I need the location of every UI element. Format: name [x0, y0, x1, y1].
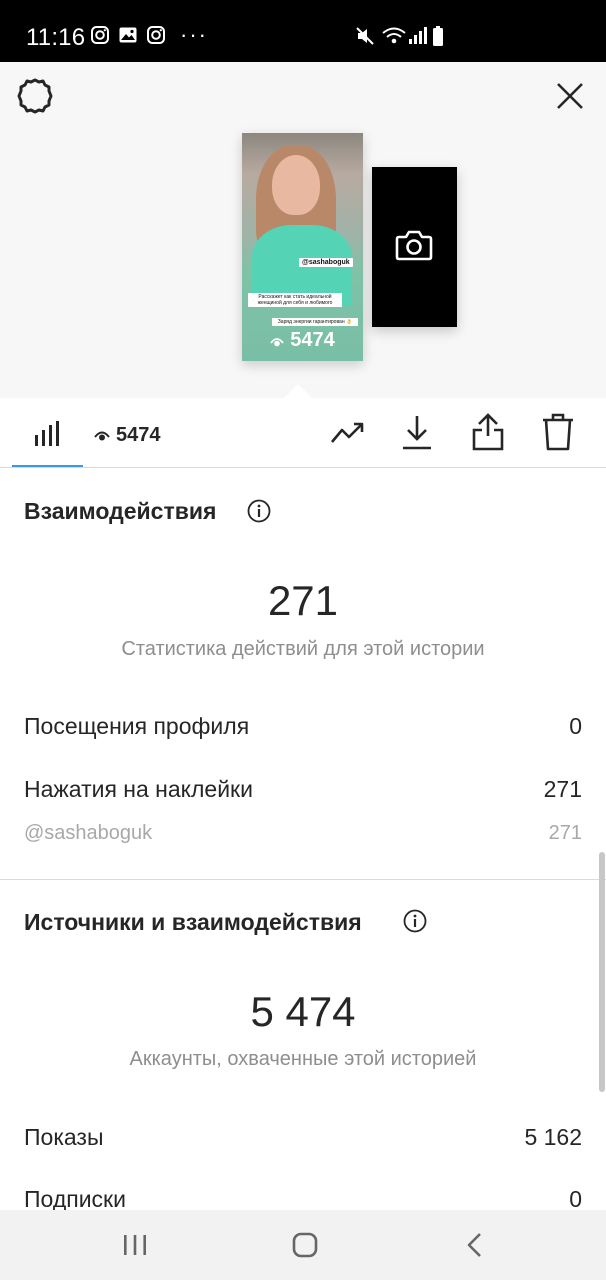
bar-chart-icon[interactable] [33, 419, 61, 447]
story-preview-area: @sashaboguk Расскажет как стать идеально… [0, 62, 606, 398]
views-count: 5474 [116, 424, 161, 446]
interactions-total: 271 [267, 577, 339, 624]
story-thumbnail[interactable]: @sashaboguk Расскажет как стать идеально… [242, 133, 363, 361]
profile-visits-label: Посещения профиля [24, 713, 250, 739]
follows-value: 0 [569, 1186, 582, 1212]
eye-icon [94, 431, 110, 441]
story-caption: Расскажет как стать идеальной женщиной д… [248, 293, 342, 307]
share-icon[interactable] [471, 412, 505, 452]
wifi-icon [382, 27, 406, 44]
settings-icon[interactable] [16, 77, 54, 115]
discovery-title: Источники и взаимодействия [24, 909, 362, 935]
sticker-mention-value: 271 [548, 822, 582, 844]
trend-icon[interactable] [330, 418, 366, 448]
info-icon[interactable] [247, 499, 271, 523]
insights-tab-indicator [12, 465, 83, 467]
sticker-taps-value: 271 [543, 776, 582, 802]
status-time: 11:16 [26, 24, 86, 51]
instagram-icon [147, 26, 165, 44]
section-divider [0, 879, 606, 880]
reach-total: 5 474 [250, 988, 356, 1035]
mute-icon [356, 27, 374, 45]
sticker-mention-label: @sashaboguk [24, 822, 153, 844]
battery-icon [433, 26, 443, 46]
impressions-label: Показы [24, 1124, 104, 1150]
story-views-count: 5474 [290, 329, 335, 351]
views-tab[interactable]: 5474 [94, 424, 161, 447]
camera-icon [395, 230, 433, 261]
eye-icon [270, 338, 284, 347]
second-story-thumbnail[interactable] [372, 167, 457, 327]
follows-label: Подписки [24, 1186, 126, 1212]
story-toolbar [0, 398, 606, 468]
story-mention-sticker: @sashaboguk [299, 258, 353, 267]
selected-story-caret [284, 384, 312, 398]
profile-visits-value: 0 [569, 713, 582, 739]
scroll-indicator[interactable] [599, 852, 605, 1092]
story-views-overlay: 5474 [242, 329, 363, 352]
status-bar: 11:16 ··· [0, 0, 606, 62]
back-icon[interactable] [462, 1227, 486, 1263]
recent-apps-icon[interactable] [122, 1227, 148, 1263]
download-icon[interactable] [401, 414, 433, 452]
story-caption-2: Заряд энергии гарантирован 👌 [272, 318, 358, 326]
interactions-title: Взаимодействия [24, 498, 217, 524]
instagram-icon [91, 26, 109, 44]
story-photo-face [272, 155, 320, 215]
sticker-taps-label: Нажатия на наклейки [24, 776, 253, 802]
info-icon[interactable] [403, 909, 427, 933]
close-icon[interactable] [554, 80, 586, 112]
home-icon[interactable] [290, 1227, 320, 1263]
signal-icon [409, 27, 427, 44]
interactions-subtitle: Статистика действий для этой истории [121, 638, 485, 660]
more-notifications-icon: ··· [180, 22, 208, 47]
trash-icon[interactable] [541, 412, 575, 452]
impressions-value: 5 162 [524, 1124, 582, 1150]
gallery-icon [119, 27, 137, 43]
reach-subtitle: Аккаунты, охваченные этой историей [129, 1048, 477, 1070]
